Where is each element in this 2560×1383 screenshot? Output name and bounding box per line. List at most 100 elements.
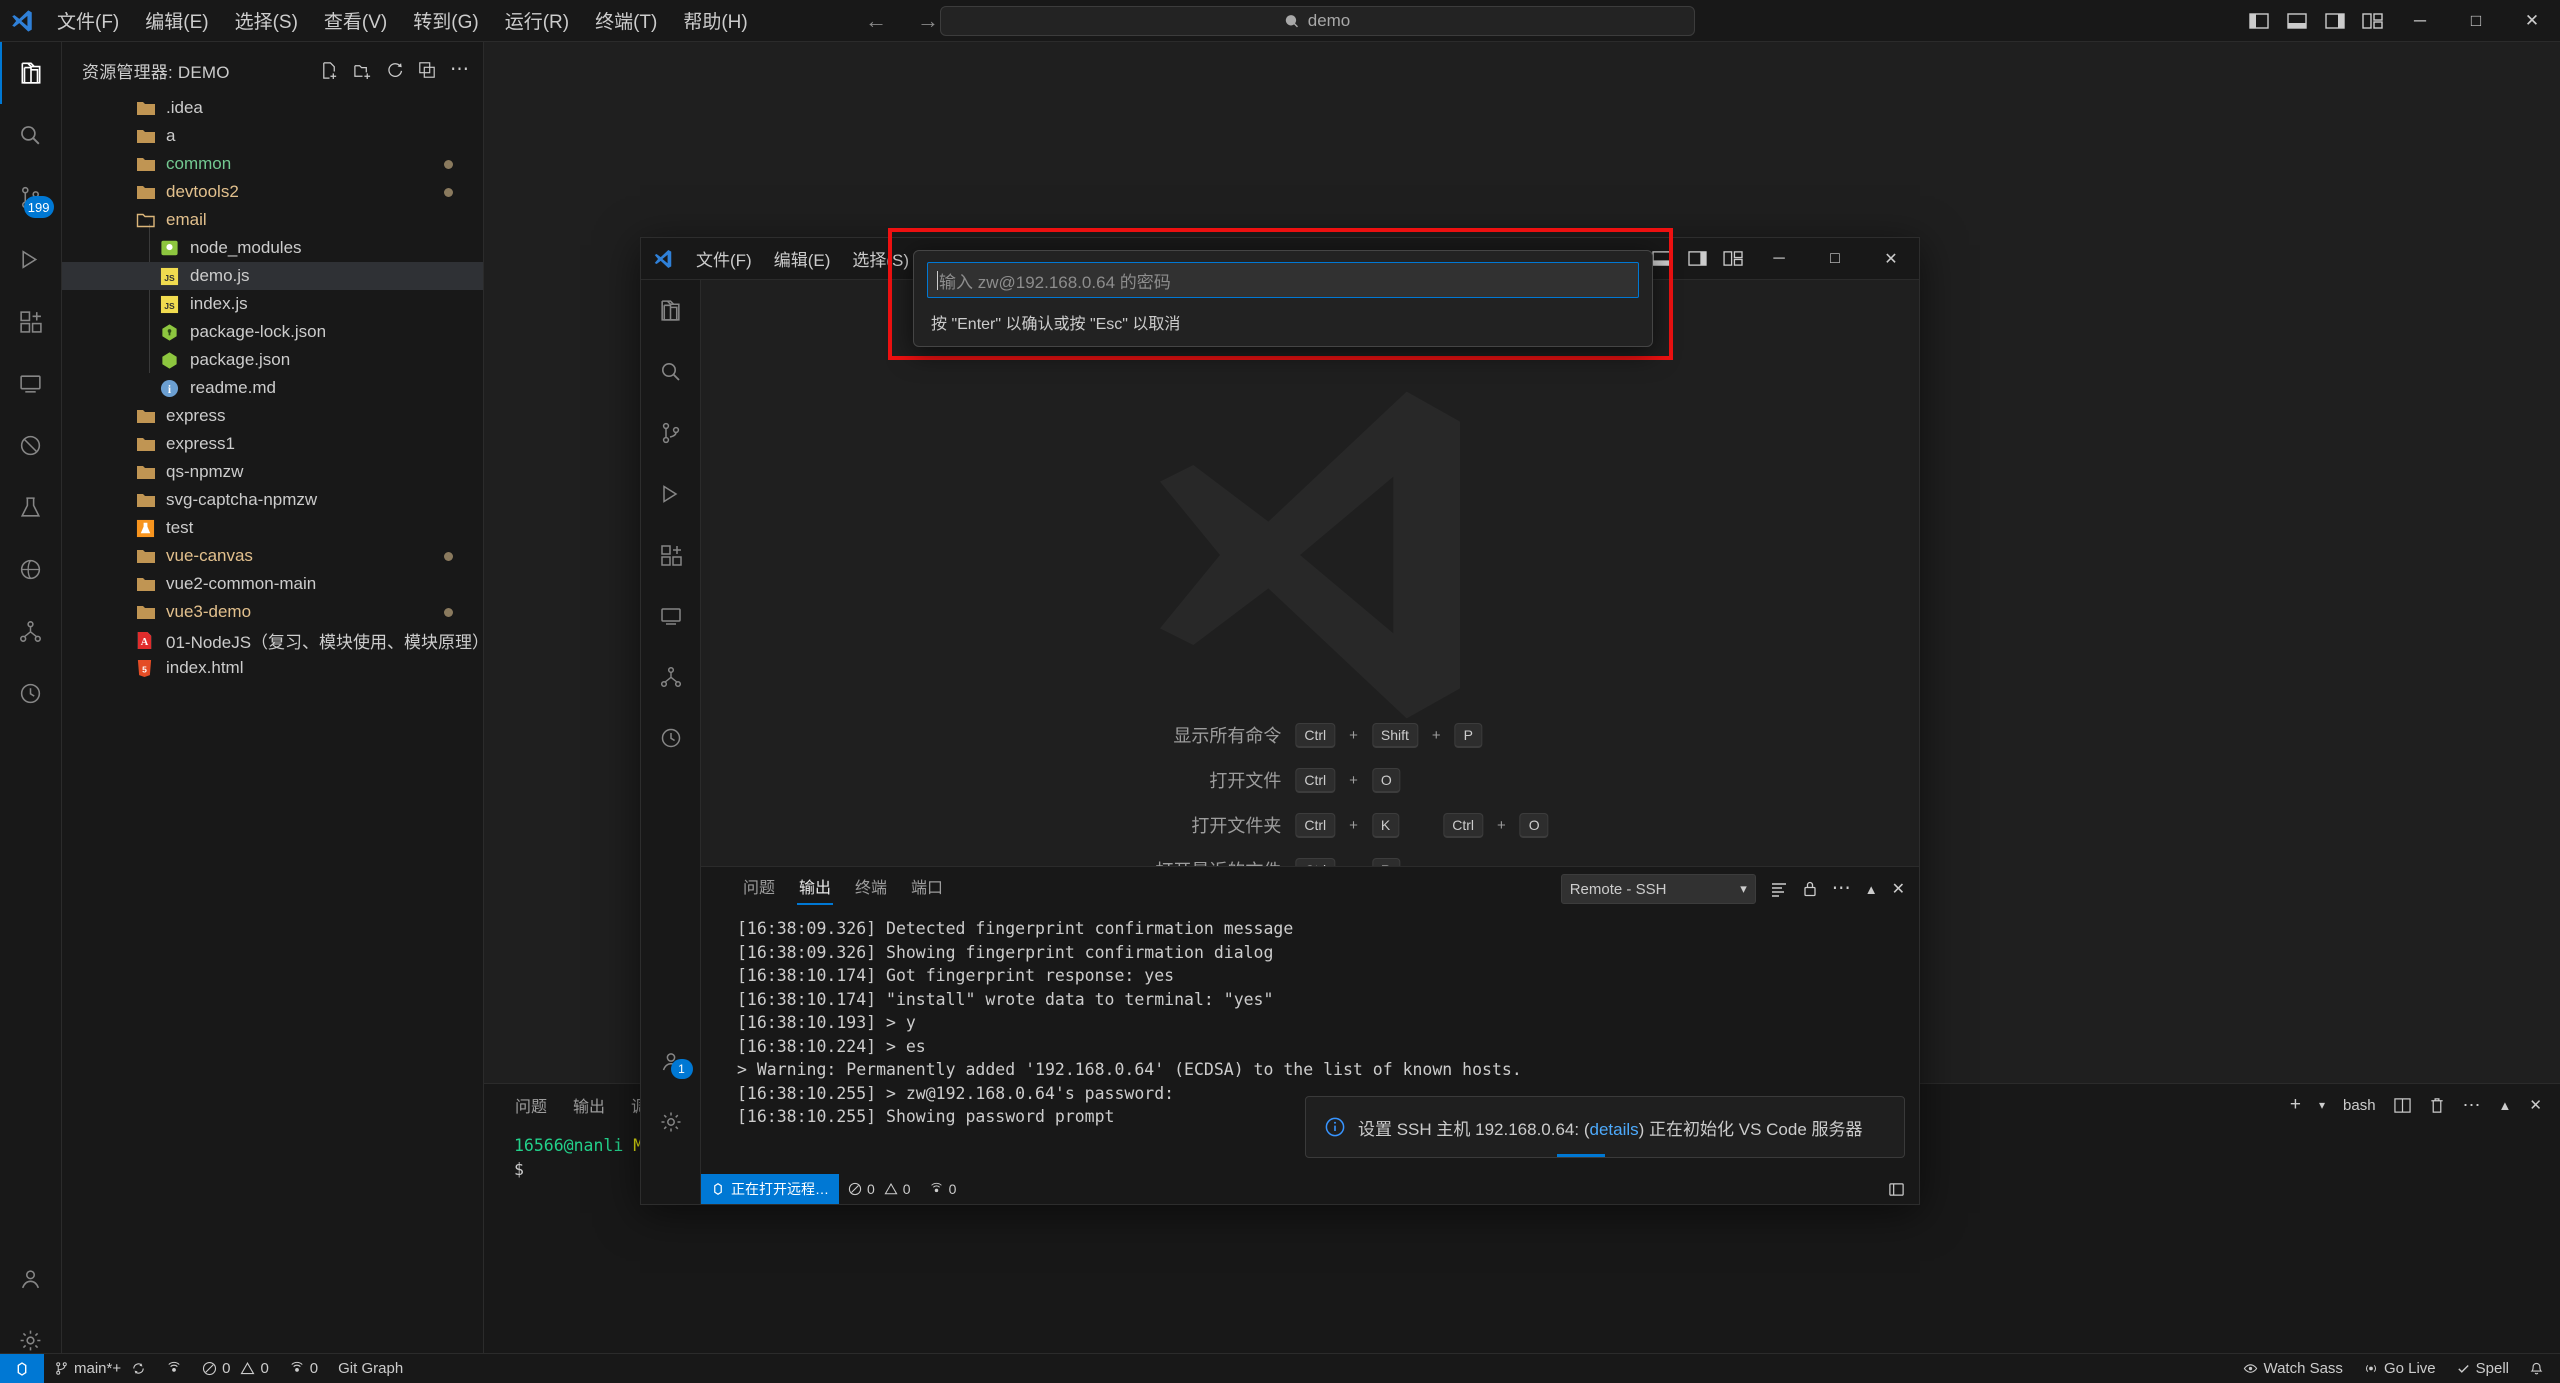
watch-sass-status[interactable]: Watch Sass <box>2233 1354 2352 1383</box>
activitybar-item-search[interactable] <box>0 104 62 166</box>
close-panel-icon[interactable]: ✕ <box>1892 879 1905 899</box>
split-terminal-icon[interactable] <box>2394 1097 2411 1114</box>
remote-indicator-button[interactable] <box>0 1354 44 1383</box>
tree-item-node_modules[interactable]: node_modules <box>62 234 483 262</box>
chevron-up-icon[interactable]: ▲ <box>2499 1098 2512 1113</box>
notifications-bell-icon[interactable] <box>2519 1354 2560 1383</box>
tree-item-a[interactable]: a <box>62 122 483 150</box>
close-icon[interactable]: ✕ <box>2529 1096 2542 1114</box>
activitybar-item-project-manager[interactable] <box>0 600 62 662</box>
inner-remote-indicator[interactable]: 正在打开远程… <box>701 1174 839 1204</box>
bg-tab-problems[interactable]: 问题 <box>504 1093 558 1117</box>
more-icon[interactable]: ⋯ <box>2463 1101 2481 1109</box>
new-folder-icon[interactable] <box>353 61 372 80</box>
chevron-down-icon[interactable]: ▾ <box>2319 1098 2325 1112</box>
customize-layout-icon[interactable] <box>2354 0 2392 42</box>
inner-ports-status[interactable]: 0 <box>920 1181 966 1197</box>
activitybar-item-timeline[interactable] <box>0 662 62 724</box>
tree-item-vue-canvas[interactable]: vue-canvas <box>62 542 483 570</box>
inner-menu-file[interactable]: 文件(F) <box>685 242 763 275</box>
panel-tab-output[interactable]: 输出 <box>787 867 843 911</box>
close-button[interactable]: ✕ <box>2504 0 2560 42</box>
inner-activitybar-item-timeline[interactable] <box>641 707 701 768</box>
inner-minimize-button[interactable]: ─ <box>1751 238 1807 280</box>
more-actions-icon[interactable]: ⋯ <box>1832 885 1851 893</box>
inner-maximize-button[interactable]: □ <box>1807 238 1863 280</box>
activitybar-item-accounts[interactable] <box>0 1247 62 1309</box>
menu-selection[interactable]: 选择(S) <box>222 3 311 38</box>
tree-item-qs-npmzw[interactable]: qs-npmzw <box>62 458 483 486</box>
spell-status[interactable]: Spell <box>2446 1354 2519 1383</box>
panel-tab-ports[interactable]: 端口 <box>899 867 955 911</box>
password-input[interactable]: 输入 zw@192.168.0.64 的密码 <box>927 262 1639 298</box>
inner-activitybar-item-run-debug[interactable] <box>641 463 701 524</box>
bg-tab-output[interactable]: 输出 <box>562 1093 616 1117</box>
more-actions-icon[interactable]: ⋯ <box>450 65 469 75</box>
minimize-button[interactable]: ─ <box>2392 0 2448 42</box>
activitybar-item-run-debug[interactable] <box>0 228 62 290</box>
inner-activitybar-item-search[interactable] <box>641 341 701 402</box>
toast-details-link[interactable]: details <box>1590 1120 1639 1139</box>
command-center[interactable]: demo <box>940 6 1695 36</box>
tree-item-common[interactable]: common <box>62 150 483 178</box>
maximize-button[interactable]: □ <box>2448 0 2504 42</box>
tree-item-index.js[interactable]: JSindex.js <box>62 290 483 318</box>
activitybar-item-explorer[interactable] <box>0 42 62 104</box>
inner-close-button[interactable]: ✕ <box>1863 238 1919 280</box>
menu-edit[interactable]: 编辑(E) <box>132 3 221 38</box>
tree-item-email[interactable]: email <box>62 206 483 234</box>
inner-activitybar-item-remote-explorer[interactable] <box>641 585 701 646</box>
tree-item-index.html[interactable]: 5index.html <box>62 654 483 682</box>
tree-item-.idea[interactable]: .idea <box>62 94 483 122</box>
inner-menu-selection[interactable]: 选择(S) <box>841 242 920 275</box>
new-file-icon[interactable] <box>320 61 339 80</box>
git-branch-status[interactable]: main*+ <box>44 1354 156 1383</box>
tree-item-01-nodejs-.pdf[interactable]: A01-NodeJS（复习、模块使用、模块原理）.pdf <box>62 626 483 654</box>
inner-activitybar-item-extensions[interactable] <box>641 524 701 585</box>
tree-item-readme.md[interactable]: ireadme.md <box>62 374 483 402</box>
inner-activitybar-item-accounts[interactable]: 1 <box>641 1030 701 1091</box>
tree-item-package-lock.json[interactable]: package-lock.json <box>62 318 483 346</box>
toggle-panel-icon[interactable] <box>2278 0 2316 42</box>
tree-item-express1[interactable]: express1 <box>62 430 483 458</box>
tree-item-devtools2[interactable]: devtools2 <box>62 178 483 206</box>
maximize-panel-icon[interactable]: ▲ <box>1865 882 1878 897</box>
inner-activitybar-item-dependency-graph[interactable] <box>641 646 701 707</box>
tree-item-vue2-common-main[interactable]: vue2-common-main <box>62 570 483 598</box>
activitybar-item-remote-explorer[interactable] <box>0 352 62 414</box>
activitybar-item-todo-tree[interactable] <box>0 414 62 476</box>
tree-item-test[interactable]: test <box>62 514 483 542</box>
activitybar-item-extensions[interactable] <box>0 290 62 352</box>
inner-activitybar-item-source-control[interactable] <box>641 402 701 463</box>
problems-status[interactable]: 0 0 <box>192 1354 279 1383</box>
lock-scroll-icon[interactable] <box>1802 880 1818 898</box>
clear-output-icon[interactable] <box>1770 880 1788 898</box>
activitybar-item-database[interactable] <box>0 538 62 600</box>
tree-item-package.json[interactable]: package.json <box>62 346 483 374</box>
inner-statusbar-right-icon[interactable] <box>1888 1181 1919 1198</box>
new-terminal-icon[interactable]: + <box>2290 1094 2301 1116</box>
menu-run[interactable]: 运行(R) <box>492 3 582 38</box>
arrow-right-icon[interactable]: → <box>917 8 939 34</box>
menu-go[interactable]: 转到(G) <box>400 3 491 38</box>
inner-activitybar-item-settings[interactable] <box>641 1091 701 1152</box>
kill-terminal-icon[interactable] <box>2429 1097 2445 1114</box>
inner-toggle-secondary-sidebar-icon[interactable] <box>1679 238 1715 280</box>
toggle-primary-sidebar-icon[interactable] <box>2240 0 2278 42</box>
tree-item-vue3-demo[interactable]: vue3-demo <box>62 598 483 626</box>
menu-file[interactable]: 文件(F) <box>44 3 132 38</box>
inner-menu-edit[interactable]: 编辑(E) <box>763 242 842 275</box>
tree-item-svg-captcha-npmzw[interactable]: svg-captcha-npmzw <box>62 486 483 514</box>
activitybar-item-test-explorer[interactable] <box>0 476 62 538</box>
menu-terminal[interactable]: 终端(T) <box>582 3 670 38</box>
git-graph-status[interactable]: Git Graph <box>328 1354 413 1383</box>
inner-activitybar-item-explorer[interactable] <box>641 280 701 341</box>
panel-tab-terminal[interactable]: 终端 <box>843 867 899 911</box>
ports-status[interactable]: 0 <box>279 1354 328 1383</box>
go-live-status[interactable]: Go Live <box>2353 1354 2446 1383</box>
toggle-secondary-sidebar-icon[interactable] <box>2316 0 2354 42</box>
output-channel-select[interactable]: Remote - SSH ▾ <box>1561 874 1756 904</box>
activitybar-item-source-control[interactable]: 199 <box>0 166 62 228</box>
notification-toast[interactable]: 设置 SSH 主机 192.168.0.64: (details) 正在初始化 … <box>1305 1096 1905 1158</box>
menu-help[interactable]: 帮助(H) <box>670 3 760 38</box>
